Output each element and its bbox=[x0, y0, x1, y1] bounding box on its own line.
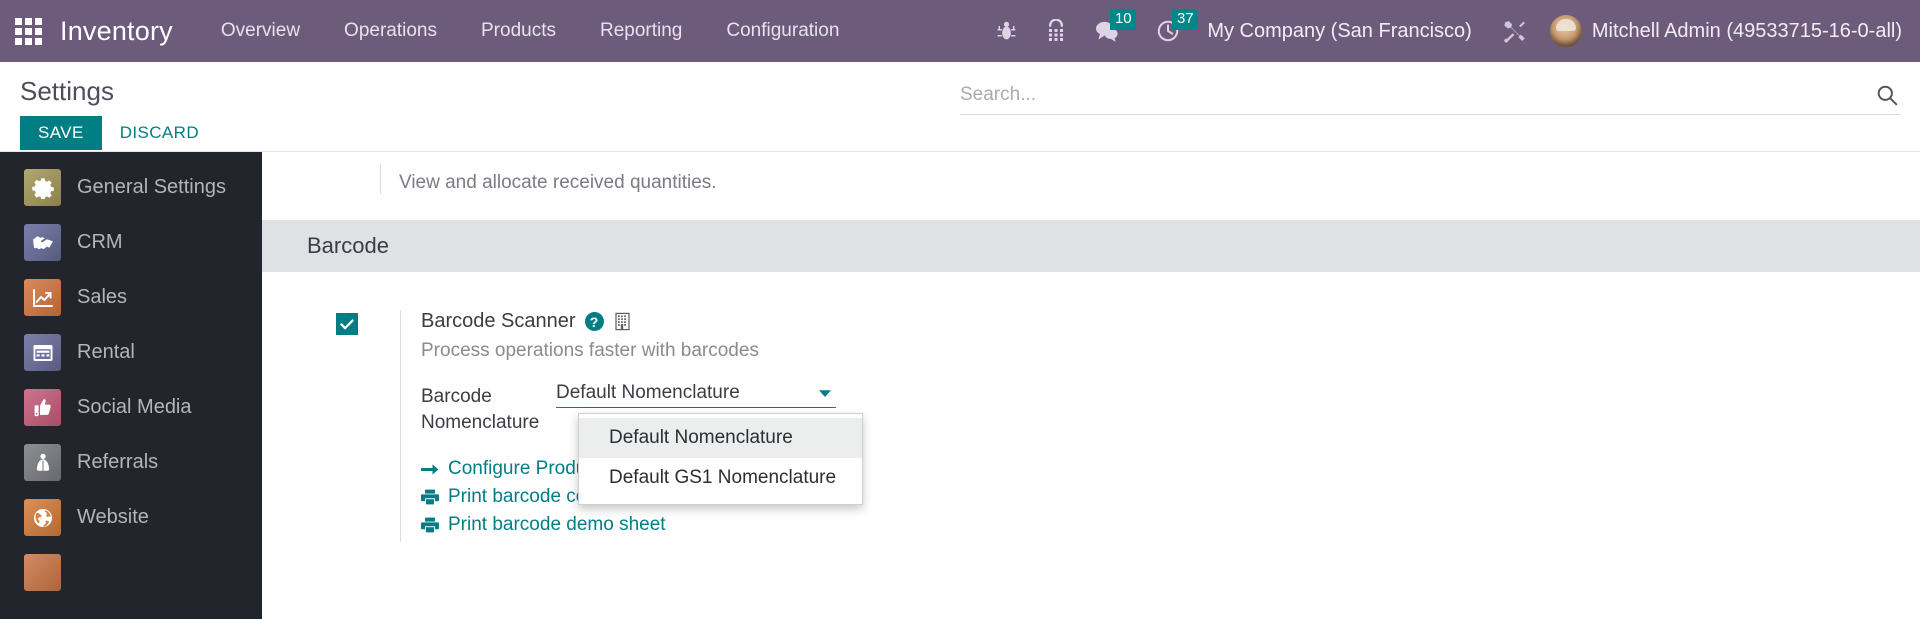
help-icon[interactable]: ? bbox=[584, 312, 604, 331]
setting-description: Process operations faster with barcodes bbox=[421, 340, 759, 361]
sidebar-label: Sales bbox=[77, 286, 128, 308]
sidebar-label: Website bbox=[77, 506, 149, 528]
link-label: Print barcode demo sheet bbox=[448, 514, 666, 535]
printer-icon bbox=[421, 517, 439, 533]
company-selector[interactable]: My Company (San Francisco) bbox=[1193, 20, 1490, 43]
handshake-icon bbox=[24, 224, 61, 261]
sidebar-label: General Settings bbox=[77, 176, 226, 198]
user-menu[interactable]: Mitchell Admin (49533715-16-0-all) bbox=[1540, 15, 1902, 47]
partial-icon bbox=[24, 554, 61, 591]
activities-clock-icon[interactable]: 37 bbox=[1143, 0, 1199, 62]
top-navbar: Inventory Overview Operations Products R… bbox=[0, 0, 1920, 62]
chevron-down-icon[interactable] bbox=[814, 389, 836, 398]
sidebar-label: Rental bbox=[77, 341, 135, 363]
page-title: Settings bbox=[20, 76, 114, 106]
nomenclature-select[interactable] bbox=[556, 382, 836, 408]
referral-person-icon bbox=[24, 444, 61, 481]
setting-title-row: Barcode Scanner ? bbox=[421, 310, 1920, 333]
menu-overview[interactable]: Overview bbox=[199, 0, 322, 62]
sidebar-item-website[interactable]: Website bbox=[0, 490, 262, 545]
discard-button[interactable]: DISCARD bbox=[116, 116, 203, 150]
calendar-icon bbox=[24, 334, 61, 371]
settings-sidebar: General Settings CRM Sales Rental Social… bbox=[0, 152, 262, 619]
search-input[interactable] bbox=[960, 84, 1874, 106]
dropdown-option-default-nomenclature[interactable]: Default Nomenclature bbox=[579, 418, 862, 458]
setting-label: Barcode Scanner bbox=[421, 310, 576, 332]
control-panel-search bbox=[300, 62, 1920, 151]
checkbox-column bbox=[336, 310, 400, 542]
thumbs-up-icon bbox=[24, 389, 61, 426]
nomenclature-input[interactable] bbox=[556, 382, 814, 404]
save-button[interactable]: SAVE bbox=[20, 116, 102, 150]
app-brand-inventory[interactable]: Inventory bbox=[56, 16, 199, 47]
barcode-scanner-checkbox[interactable] bbox=[336, 313, 358, 335]
menu-reporting[interactable]: Reporting bbox=[578, 0, 704, 62]
user-avatar bbox=[1549, 15, 1582, 47]
previous-setting-box: View and allocate received quantities. bbox=[380, 164, 1920, 194]
activities-badge: 37 bbox=[1172, 9, 1199, 30]
user-name-label: Mitchell Admin (49533715-16-0-all) bbox=[1591, 19, 1902, 42]
section-title: Barcode bbox=[307, 233, 389, 258]
bug-icon[interactable] bbox=[981, 0, 1031, 62]
gear-icon bbox=[24, 169, 61, 206]
sidebar-item-referrals[interactable]: Referrals bbox=[0, 435, 262, 490]
sidebar-item-social-media[interactable]: Social Media bbox=[0, 380, 262, 435]
printer-icon bbox=[421, 489, 439, 505]
company-building-icon[interactable] bbox=[613, 312, 632, 331]
barcode-nomenclature-field: Barcode Nomenclature Default Nomenclatur… bbox=[421, 382, 1920, 505]
setting-body: Barcode Scanner ? Process operations fas… bbox=[400, 310, 1920, 542]
previous-setting-description: View and allocate received quantities. bbox=[399, 172, 717, 193]
messages-badge: 10 bbox=[1110, 9, 1137, 30]
globe-icon bbox=[24, 499, 61, 536]
sidebar-label: Referrals bbox=[77, 451, 159, 473]
control-panel: Settings SAVE DISCARD bbox=[0, 62, 1920, 152]
chart-up-icon bbox=[24, 279, 61, 316]
tools-icon[interactable] bbox=[1490, 0, 1540, 62]
dialpad-icon[interactable] bbox=[1031, 0, 1081, 62]
apps-grid-icon[interactable] bbox=[0, 0, 56, 62]
nomenclature-dropdown: Default Nomenclature Default GS1 Nomencl… bbox=[578, 413, 863, 505]
search-wrapper bbox=[960, 84, 1900, 115]
control-panel-buttons: SAVE DISCARD bbox=[20, 116, 300, 150]
arrow-right-icon bbox=[421, 464, 439, 474]
body-wrapper: General Settings CRM Sales Rental Social… bbox=[0, 152, 1920, 619]
sidebar-item-general-settings[interactable]: General Settings bbox=[0, 160, 262, 215]
field-control: Default Nomenclature Default GS1 Nomencl… bbox=[556, 382, 863, 505]
navbar-right-group: 10 37 My Company (San Francisco) Mitchel… bbox=[981, 0, 1902, 62]
messages-icon[interactable]: 10 bbox=[1081, 0, 1137, 62]
menu-products[interactable]: Products bbox=[459, 0, 578, 62]
sidebar-label: CRM bbox=[77, 231, 123, 253]
sidebar-item-rental[interactable]: Rental bbox=[0, 325, 262, 380]
settings-main: View and allocate received quantities. B… bbox=[262, 152, 1920, 619]
sidebar-item-sales[interactable]: Sales bbox=[0, 270, 262, 325]
sidebar-item-crm[interactable]: CRM bbox=[0, 215, 262, 270]
sidebar-label: Social Media bbox=[77, 396, 192, 418]
menu-operations[interactable]: Operations bbox=[322, 0, 459, 62]
control-panel-left: Settings SAVE DISCARD bbox=[0, 62, 300, 151]
dropdown-option-default-gs1-nomenclature[interactable]: Default GS1 Nomenclature bbox=[579, 458, 862, 498]
menu-configuration[interactable]: Configuration bbox=[704, 0, 861, 62]
search-icon[interactable] bbox=[1874, 84, 1900, 106]
field-label: Barcode Nomenclature bbox=[421, 386, 540, 433]
link-print-barcode-demo-sheet[interactable]: Print barcode demo sheet bbox=[421, 514, 666, 536]
section-header-barcode: Barcode bbox=[262, 220, 1920, 272]
previous-setting-partial: View and allocate received quantities. bbox=[262, 152, 1920, 220]
setting-barcode-scanner: Barcode Scanner ? Process operations fas… bbox=[262, 272, 1920, 542]
sidebar-item-partial[interactable] bbox=[0, 545, 262, 600]
